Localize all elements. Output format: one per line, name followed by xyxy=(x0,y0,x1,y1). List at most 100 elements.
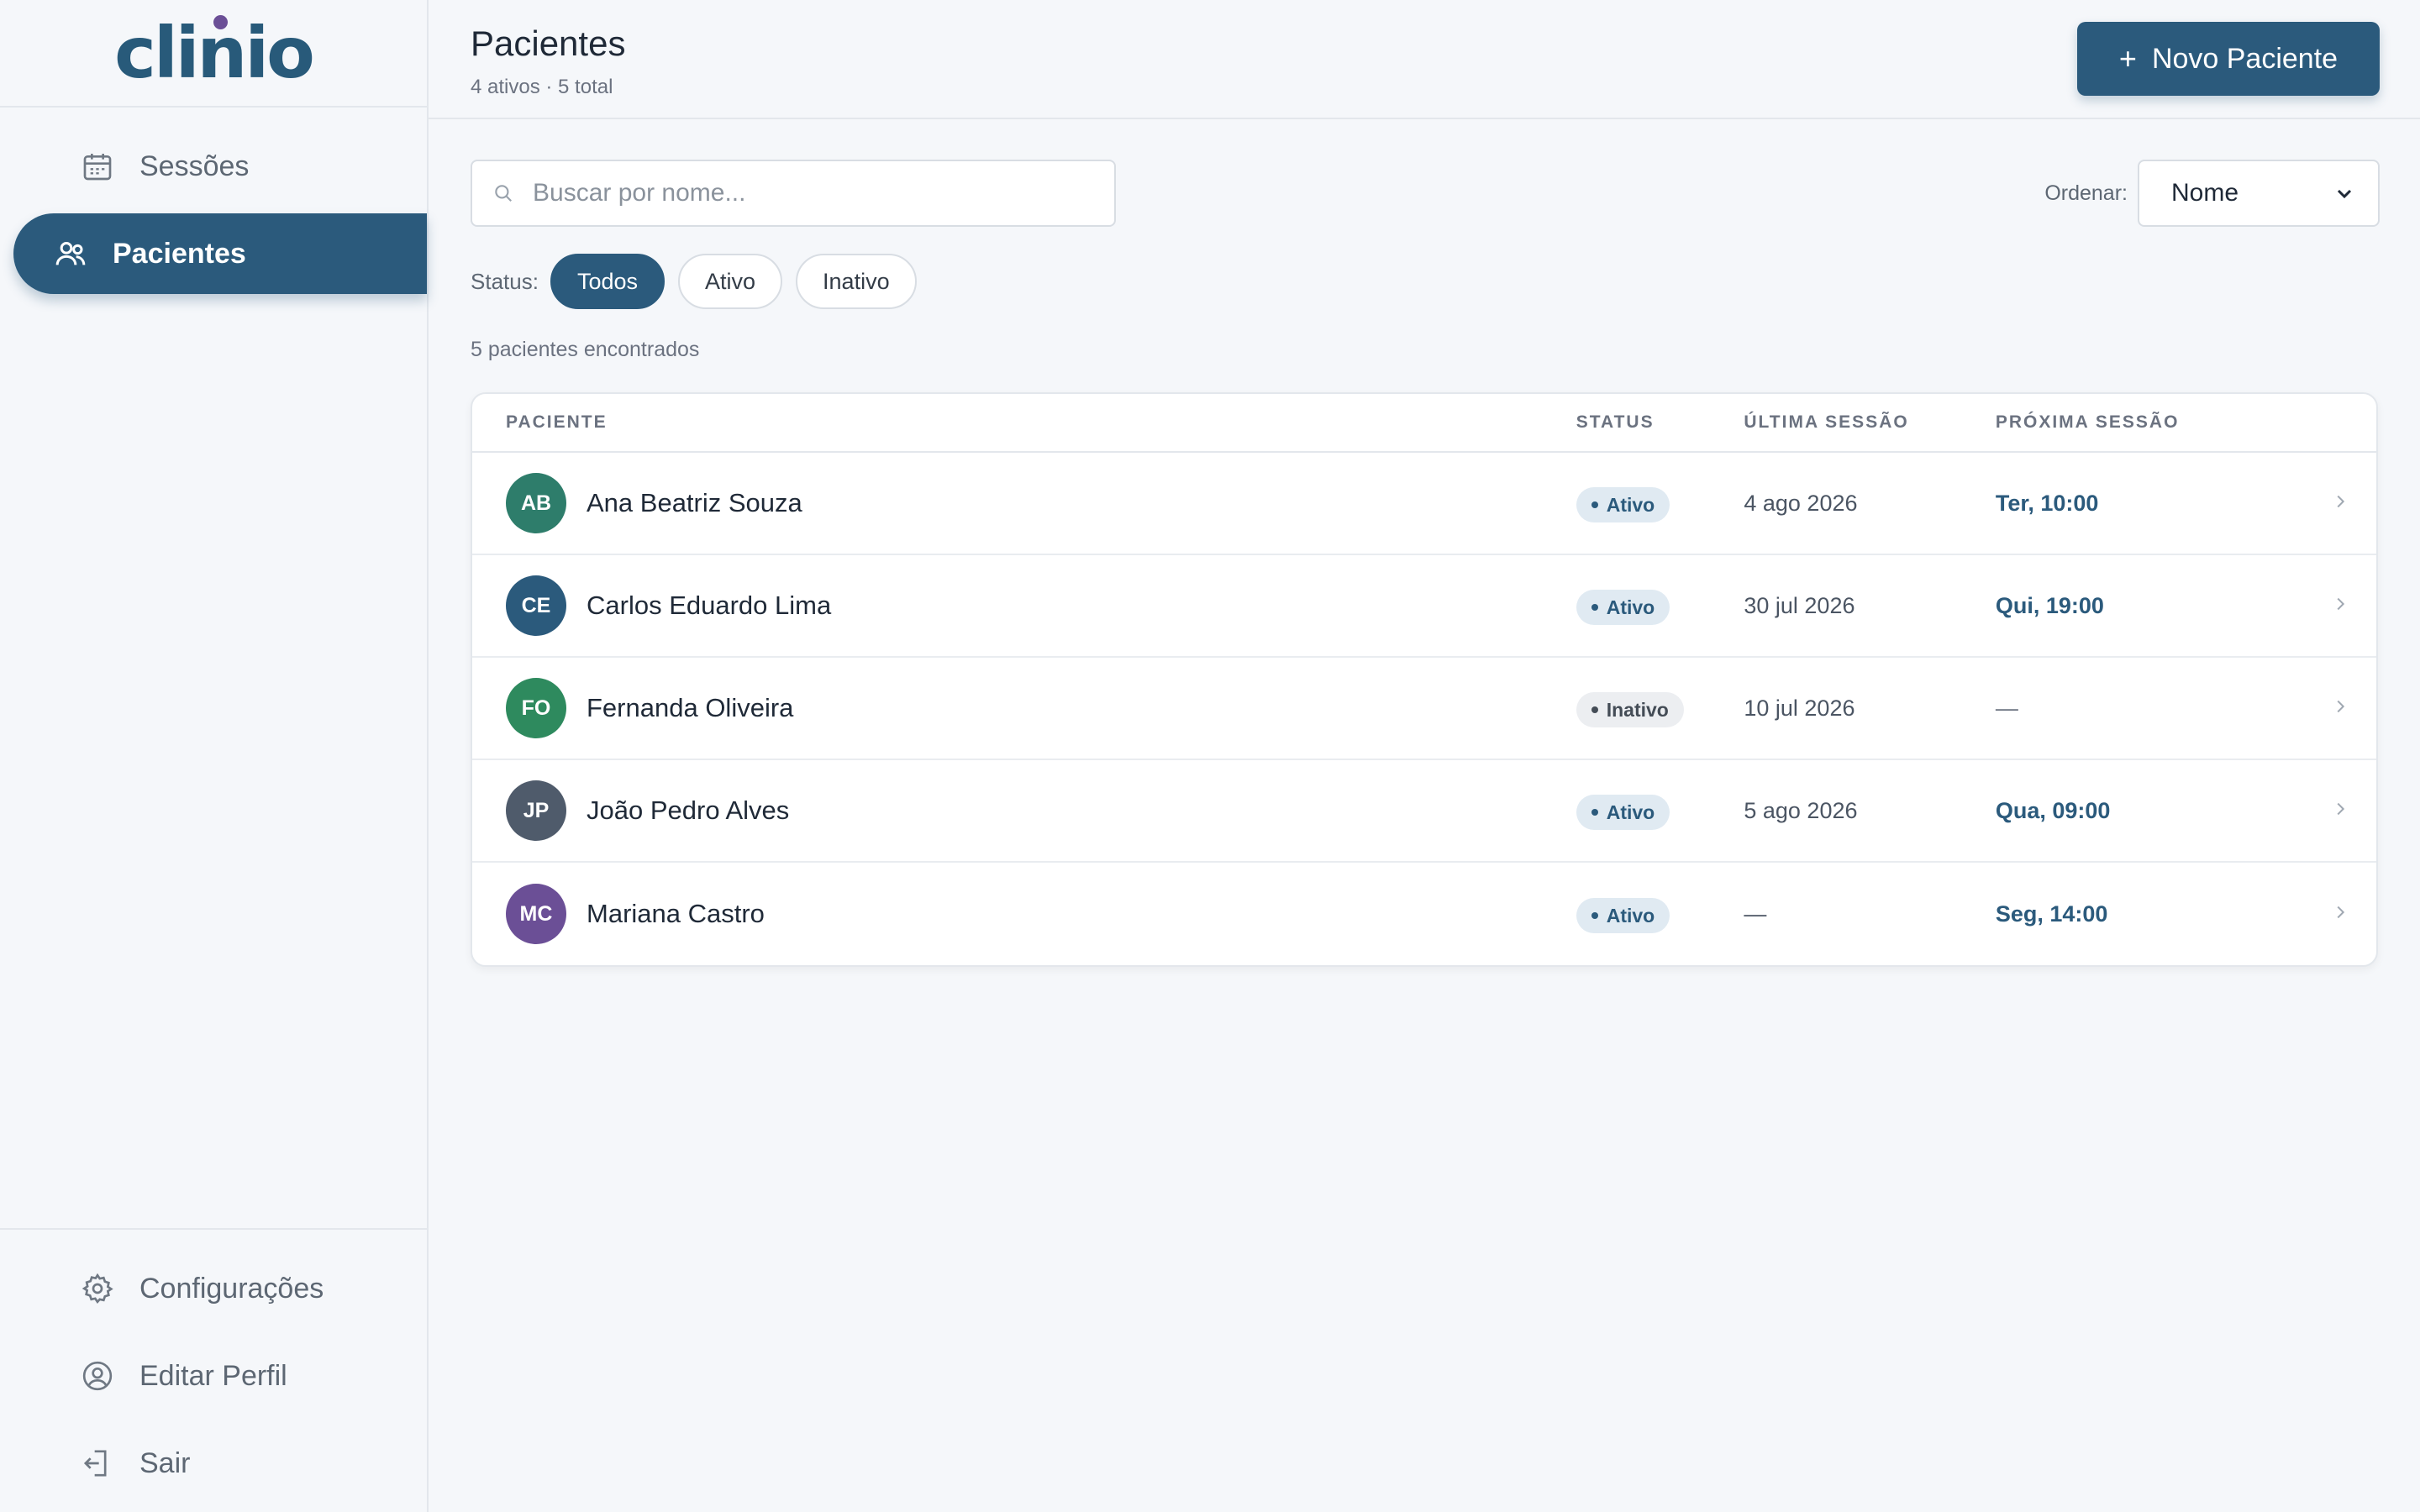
table-row[interactable]: JP João Pedro Alves Ativo 5 ago 2026 Qua… xyxy=(472,760,2376,863)
status-badge: Inativo xyxy=(1576,692,1684,727)
status-dot xyxy=(1591,706,1598,713)
row-chevron xyxy=(2331,903,2376,926)
patient-name: Fernanda Oliveira xyxy=(587,693,794,722)
avatar: CE xyxy=(506,575,566,636)
chevron-right-icon xyxy=(2337,495,2345,507)
sidebar: clinio Sessões Pacientes Configurações E… xyxy=(0,0,429,1512)
table-row[interactable]: AB Ana Beatriz Souza Ativo 4 ago 2026 Te… xyxy=(472,453,2376,555)
next-session-cell: Ter, 10:00 xyxy=(1995,490,2099,516)
table-row[interactable]: CE Carlos Eduardo Lima Ativo 30 jul 2026… xyxy=(472,555,2376,658)
column-header-status: STATUS xyxy=(1576,412,1655,432)
table-row[interactable]: FO Fernanda Oliveira Inativo 10 jul 2026… xyxy=(472,658,2376,760)
next-session-cell: — xyxy=(1995,695,2018,721)
column-header-proxima-sessao: PRÓXIMA SESSÃO xyxy=(1995,412,2180,432)
status-cell: Ativo xyxy=(1576,484,1744,522)
search-input[interactable] xyxy=(533,179,1087,207)
status-text: Ativo xyxy=(1606,493,1655,516)
row-chevron xyxy=(2331,697,2376,720)
next-session-cell: Qua, 09:00 xyxy=(1995,797,2111,823)
sidebar-item-label: Sessões xyxy=(139,150,250,182)
status-badge: Ativo xyxy=(1576,898,1670,933)
chevron-right-icon xyxy=(2337,700,2345,712)
last-session-cell: — xyxy=(1744,900,1767,927)
table-row[interactable]: MC Mariana Castro Ativo — Seg, 14:00 xyxy=(472,863,2376,965)
status-dot xyxy=(1591,501,1598,508)
avatar: AB xyxy=(506,473,566,533)
table-body: AB Ana Beatriz Souza Ativo 4 ago 2026 Te… xyxy=(472,453,2376,965)
table-header: PACIENTE STATUS ÚLTIMA SESSÃO PRÓXIMA SE… xyxy=(472,394,2376,453)
filter-chip-inativo[interactable]: Inativo xyxy=(796,254,917,309)
status-text: Ativo xyxy=(1606,904,1655,927)
search-icon xyxy=(495,185,512,202)
sidebar-item-configuracoes[interactable]: Configurações xyxy=(0,1245,427,1332)
status-cell: Ativo xyxy=(1576,791,1744,830)
page-header: Pacientes 4 ativos · 5 total + Novo Paci… xyxy=(429,0,2420,119)
status-cell: Ativo xyxy=(1576,586,1744,625)
patients-table: PACIENTE STATUS ÚLTIMA SESSÃO PRÓXIMA SE… xyxy=(471,392,2378,967)
status-cell: Inativo xyxy=(1576,689,1744,727)
chevron-right-icon xyxy=(2337,802,2345,815)
sidebar-item-label: Editar Perfil xyxy=(139,1359,287,1392)
patient-cell: AB Ana Beatriz Souza xyxy=(472,473,1576,533)
sidebar-item-label: Configurações xyxy=(139,1272,324,1305)
patient-name: Ana Beatriz Souza xyxy=(587,488,802,517)
filter-chip-todos[interactable]: Todos xyxy=(550,254,665,309)
sort-label: Ordenar: xyxy=(2044,181,2128,205)
status-badge: Ativo xyxy=(1576,590,1670,625)
users-icon xyxy=(54,237,87,270)
new-patient-button[interactable]: + Novo Paciente xyxy=(2077,22,2380,96)
patient-cell: MC Mariana Castro xyxy=(472,884,1576,944)
search-box[interactable] xyxy=(471,160,1116,227)
patient-cell: JP João Pedro Alves xyxy=(472,780,1576,841)
sidebar-item-label: Sair xyxy=(139,1446,191,1479)
gear-icon xyxy=(81,1272,114,1305)
sidebar-item-label: Pacientes xyxy=(113,237,246,270)
patients-section: Ordenar: Nome Status: Todos Ativo Inativ… xyxy=(429,119,2420,967)
last-session-cell: 4 ago 2026 xyxy=(1744,490,1858,516)
status-filter: Status: Todos Ativo Inativo xyxy=(471,254,2380,309)
sidebar-bottom-nav: Configurações Editar Perfil Sair xyxy=(0,1228,427,1512)
row-chevron xyxy=(2331,492,2376,515)
sidebar-item-pacientes[interactable]: Pacientes xyxy=(13,213,427,294)
status-cell: Ativo xyxy=(1576,895,1744,933)
status-dot xyxy=(1591,809,1598,816)
main-content: Pacientes 4 ativos · 5 total + Novo Paci… xyxy=(429,0,2420,1512)
sidebar-item-sair[interactable]: Sair xyxy=(0,1420,427,1507)
patient-cell: FO Fernanda Oliveira xyxy=(472,678,1576,738)
patient-name: Carlos Eduardo Lima xyxy=(587,591,832,620)
sort-control: Ordenar: Nome xyxy=(2044,160,2380,227)
patient-cell: CE Carlos Eduardo Lima xyxy=(472,575,1576,636)
plus-icon: + xyxy=(2118,41,2137,76)
chevron-right-icon xyxy=(2337,906,2345,918)
status-badge: Ativo xyxy=(1576,487,1670,522)
status-text: Ativo xyxy=(1606,801,1655,823)
filter-chip-ativo[interactable]: Ativo xyxy=(678,254,783,309)
logout-icon xyxy=(81,1446,114,1480)
calendar-icon xyxy=(81,150,114,183)
avatar: MC xyxy=(506,884,566,944)
row-chevron xyxy=(2331,800,2376,822)
avatar: FO xyxy=(506,678,566,738)
app-logo[interactable]: clinio xyxy=(114,12,315,94)
status-text: Inativo xyxy=(1606,698,1669,721)
status-dot xyxy=(1591,912,1598,919)
new-patient-label: Novo Paciente xyxy=(2151,42,2338,75)
status-dot xyxy=(1591,604,1598,611)
chevron-down-icon xyxy=(2337,189,2352,199)
filter-label: Status: xyxy=(471,268,539,294)
sort-select[interactable]: Nome xyxy=(2138,160,2380,227)
sort-selected-value: Nome xyxy=(2171,179,2239,207)
sidebar-item-sessoes[interactable]: Sessões xyxy=(0,126,427,207)
user-circle-icon xyxy=(81,1359,114,1393)
chevron-right-icon xyxy=(2337,597,2345,610)
avatar: JP xyxy=(506,780,566,841)
last-session-cell: 30 jul 2026 xyxy=(1744,592,1855,618)
sidebar-nav: Sessões Pacientes xyxy=(0,108,427,294)
results-count: 5 pacientes encontrados xyxy=(471,338,700,361)
column-header-ultima-sessao: ÚLTIMA SESSÃO xyxy=(1744,412,1909,432)
column-header-paciente: PACIENTE xyxy=(506,412,608,432)
sidebar-item-editar-perfil[interactable]: Editar Perfil xyxy=(0,1332,427,1420)
last-session-cell: 10 jul 2026 xyxy=(1744,695,1855,721)
patient-name: Mariana Castro xyxy=(587,899,765,928)
status-badge: Ativo xyxy=(1576,795,1670,830)
